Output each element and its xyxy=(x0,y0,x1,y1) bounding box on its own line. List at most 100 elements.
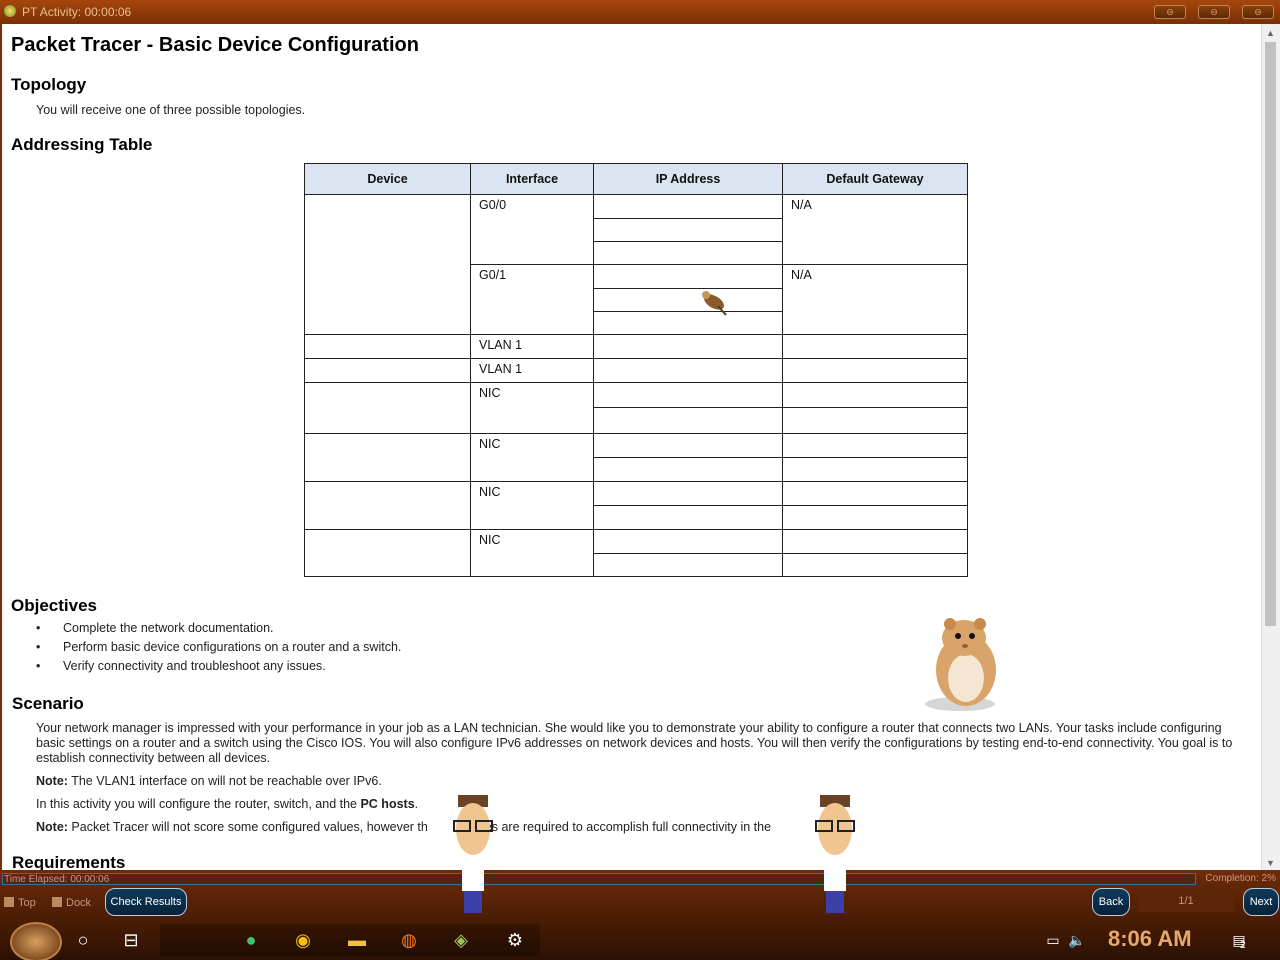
gateway-cell: N/A xyxy=(782,264,968,335)
interface-cell: G0/1 xyxy=(470,264,594,335)
ip-cell xyxy=(593,358,783,383)
ip-cell xyxy=(593,505,783,530)
vertical-scrollbar[interactable]: ▲ ▼ xyxy=(1261,24,1280,870)
hamster-icon xyxy=(925,618,996,711)
ip-cell xyxy=(593,481,783,506)
topology-text: You will receive one of three possible t… xyxy=(36,103,306,117)
addressing-table: Device Interface IP Address Default Gate… xyxy=(304,163,968,577)
volume-icon[interactable]: 🔈 xyxy=(1064,928,1090,952)
page-title: Packet Tracer - Basic Device Configurati… xyxy=(11,34,419,56)
notification-count: 2 xyxy=(1240,940,1246,951)
objectives-heading: Objectives xyxy=(11,596,97,615)
objective-text: Verify connectivity and troubleshoot any… xyxy=(63,659,326,673)
gateway-cell xyxy=(782,407,968,434)
firefox-icon[interactable]: ◍ xyxy=(396,928,422,952)
note-text: Packet Tracer will not score some config… xyxy=(67,820,428,834)
chrome-icon[interactable]: ◉ xyxy=(290,928,316,952)
table-row: NIC xyxy=(304,529,968,577)
network-icon[interactable]: ▭ xyxy=(1040,928,1066,952)
taskbar-clock[interactable]: 8:06 AM xyxy=(1108,926,1192,952)
list-item: • Verify connectivity and troubleshoot an… xyxy=(36,659,326,673)
interface-cell: VLAN 1 xyxy=(470,358,594,383)
device-cell xyxy=(304,529,471,577)
ip-cell xyxy=(593,241,783,265)
scroll-thumb[interactable] xyxy=(1265,42,1276,626)
restore-button[interactable]: ⊖ xyxy=(1198,5,1230,19)
notifications-icon[interactable]: ▤ xyxy=(1226,928,1252,952)
start-button[interactable] xyxy=(10,922,62,960)
list-item: • Complete the network documentation. xyxy=(36,621,274,635)
gateway-cell xyxy=(782,433,968,458)
check-results-button[interactable]: Check Results xyxy=(105,888,187,916)
paragraph-text: In this activity you will configure the … xyxy=(36,797,361,811)
ip-cell xyxy=(593,457,783,482)
instructions-pane: Packet Tracer - Basic Device Configurati… xyxy=(0,24,1262,870)
note-scoring: Note: Packet Tracer will not score some … xyxy=(36,820,1236,835)
time-elapsed-bar: Time Elapsed: 00:00:06 xyxy=(2,873,1196,885)
scroll-down-icon[interactable]: ▼ xyxy=(1266,858,1275,868)
checkbox-icon xyxy=(4,897,14,907)
header-default-gateway: Default Gateway xyxy=(782,163,968,195)
requirements-heading: Requirements xyxy=(12,853,126,870)
device-cell xyxy=(304,194,471,335)
paragraph-bold: PC hosts xyxy=(360,797,415,811)
gateway-cell xyxy=(782,553,968,577)
window-titlebar[interactable]: PT Activity: 00:00:06 ⊖ ⊖ ⊖ xyxy=(0,0,1280,24)
settings-gear-icon[interactable]: ⚙ xyxy=(502,928,528,952)
device-cell xyxy=(304,358,471,383)
next-button[interactable]: Next xyxy=(1243,888,1279,916)
window-title: PT Activity: 00:00:06 xyxy=(22,5,132,19)
top-checkbox[interactable]: Top xyxy=(4,897,36,909)
ip-cell xyxy=(593,334,783,359)
note-text-cont: ues are required to accomplish full conn… xyxy=(477,820,772,834)
page-indicator: 1/1 xyxy=(1138,890,1234,912)
top-label: Top xyxy=(18,897,36,909)
scroll-up-icon[interactable]: ▲ xyxy=(1266,28,1275,38)
interface-cell: NIC xyxy=(470,481,594,530)
task-view-icon[interactable]: ⊟ xyxy=(118,928,144,952)
device-cell xyxy=(304,334,471,359)
checkbox-icon xyxy=(52,897,62,907)
table-row: NIC xyxy=(304,433,968,482)
cartoon-man-icon xyxy=(453,795,493,913)
table-row: VLAN 1 xyxy=(304,334,968,359)
gateway-cell xyxy=(782,505,968,530)
note-label: Note: xyxy=(36,820,68,834)
gateway-cell: N/A xyxy=(782,194,968,265)
paragraph-end: . xyxy=(414,797,419,811)
header-interface: Interface xyxy=(470,163,594,195)
interface-cell: G0/0 xyxy=(470,194,594,265)
close-button[interactable]: ⊖ xyxy=(1242,5,1274,19)
pc-hosts-paragraph: In this activity you will configure the … xyxy=(36,797,1236,812)
gateway-cell xyxy=(782,334,968,359)
scenario-heading: Scenario xyxy=(12,694,84,713)
note-vlan: Note: The VLAN1 interface on will not be… xyxy=(36,774,1236,789)
interface-cell: NIC xyxy=(470,382,594,434)
completion-label: Completion: 2% xyxy=(1205,873,1276,884)
packet-tracer-icon[interactable]: ◈ xyxy=(448,928,474,952)
gateway-cell xyxy=(782,382,968,408)
header-ip-address: IP Address xyxy=(593,163,783,195)
scenario-body: Your network manager is impressed with y… xyxy=(36,721,1236,835)
table-row: NIC xyxy=(304,382,968,434)
scenario-paragraph: Your network manager is impressed with y… xyxy=(36,721,1233,765)
gateway-cell xyxy=(782,457,968,482)
dock-checkbox[interactable]: Dock xyxy=(52,897,91,909)
spotify-icon[interactable]: ● xyxy=(238,928,264,952)
dock-label: Dock xyxy=(66,897,92,909)
ip-cell xyxy=(593,433,783,458)
gateway-cell xyxy=(782,529,968,554)
minimize-button[interactable]: ⊖ xyxy=(1154,5,1186,19)
note-text: The VLAN1 interface on will not be reach… xyxy=(67,774,382,788)
ip-cell xyxy=(593,288,783,312)
search-circle-icon[interactable]: ○ xyxy=(70,928,96,952)
table-row: G0/0 N/A xyxy=(304,194,968,335)
file-explorer-icon[interactable]: ▬ xyxy=(344,928,370,952)
gateway-cell xyxy=(782,358,968,383)
back-button[interactable]: Back xyxy=(1092,888,1130,916)
ip-cell xyxy=(593,407,783,434)
note-label: Note: xyxy=(36,774,68,788)
list-item: • Perform basic device configurations on … xyxy=(36,640,402,654)
addressing-heading: Addressing Table xyxy=(11,135,153,154)
ip-cell xyxy=(593,311,783,335)
